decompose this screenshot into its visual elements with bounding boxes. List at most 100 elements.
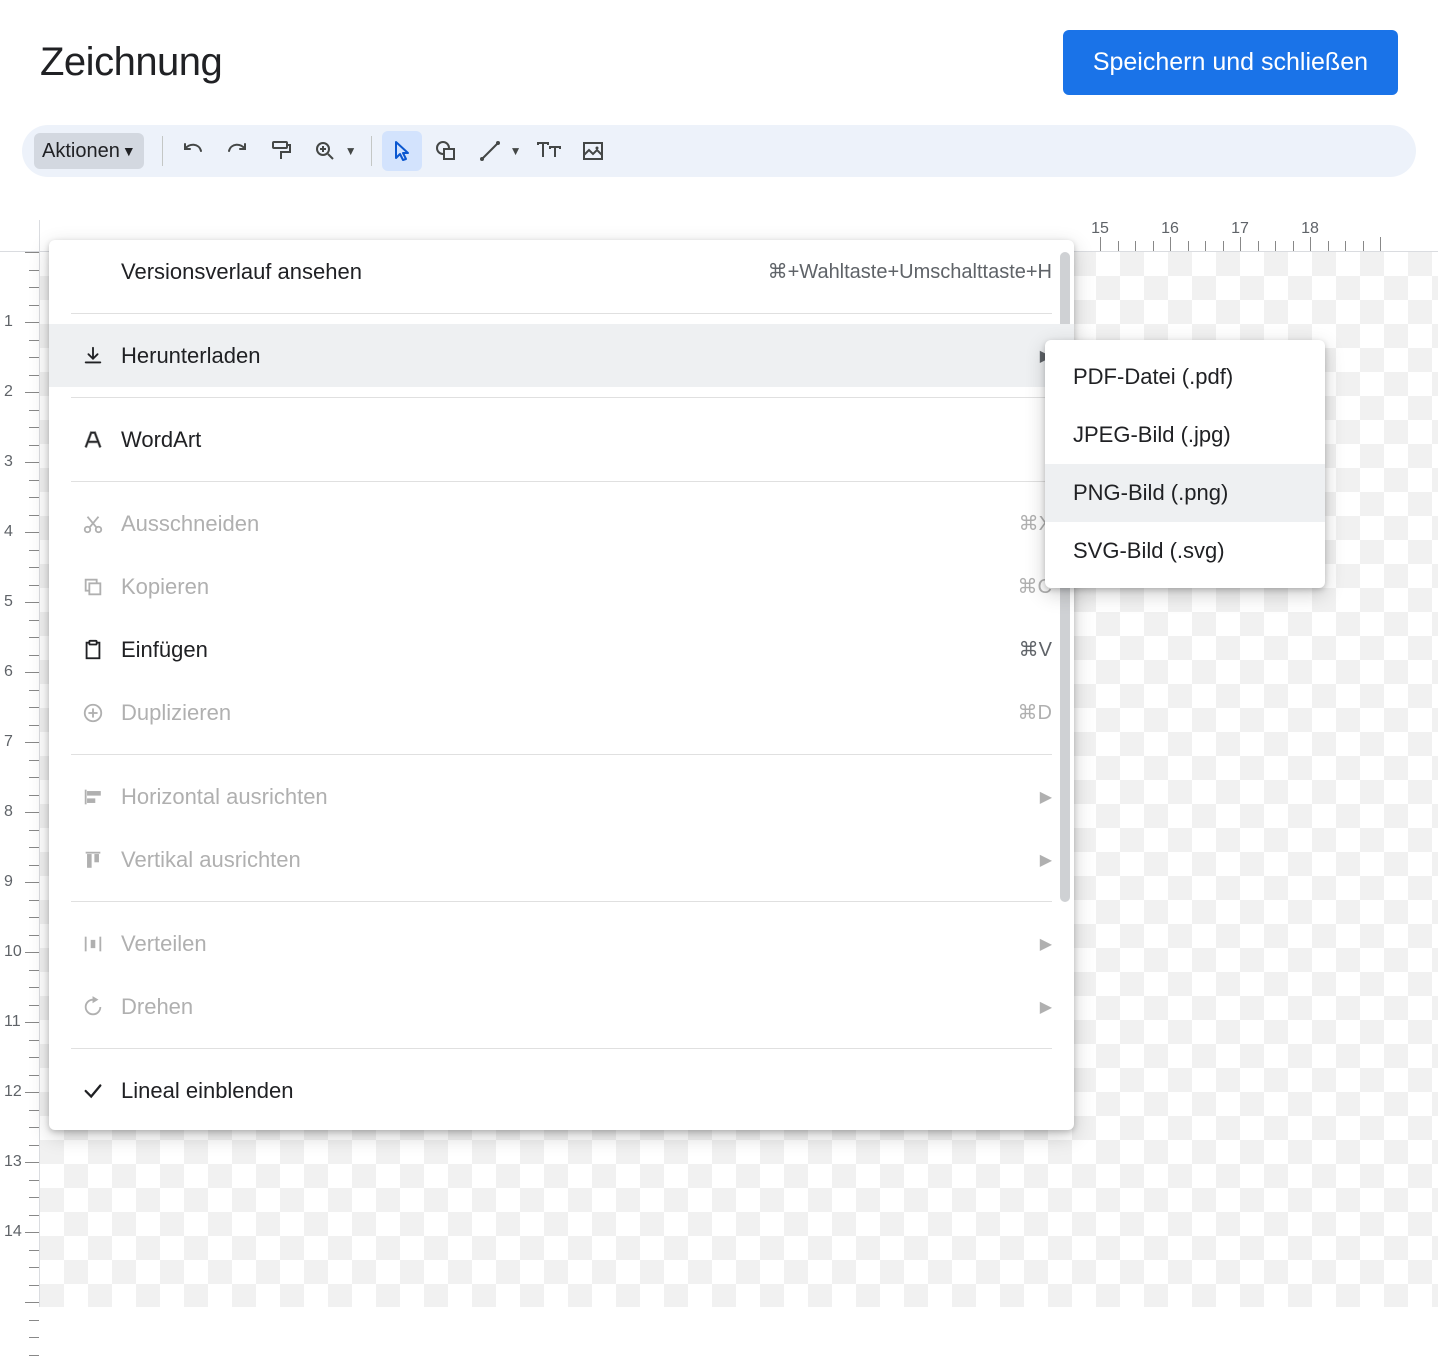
shape-tool-button[interactable] [426,131,466,171]
submenu-item-png[interactable]: PNG-Bild (.png) [1045,464,1325,522]
ruler-label: 5 [4,593,13,611]
ruler-label: 11 [4,1013,21,1031]
ruler-label: 3 [4,453,13,471]
menu-item-label: Verteilen [115,931,1040,957]
zoom-icon [313,139,337,163]
ruler-label: 15 [1091,220,1109,238]
menu-item-shortcut: ⌘D [1018,700,1052,725]
ruler-label: 6 [4,663,13,681]
menu-item-show-ruler[interactable]: Lineal einblenden [49,1059,1074,1122]
image-icon [581,139,605,163]
ruler-label: 2 [4,383,13,401]
cursor-icon [390,139,414,163]
line-tool-button[interactable] [470,131,510,171]
menu-item-paste[interactable]: Einfügen ⌘V [49,618,1074,681]
ruler-label: 12 [4,1083,22,1101]
actions-label: Aktionen [42,140,120,163]
download-submenu: PDF-Datei (.pdf) JPEG-Bild (.jpg) PNG-Bi… [1045,340,1325,588]
submenu-item-label: PDF-Datei (.pdf) [1073,364,1233,389]
distribute-icon [71,933,115,955]
menu-item-distribute: Verteilen ▶ [49,912,1074,975]
menu-item-align-horizontal: Horizontal ausrichten ▶ [49,765,1074,828]
ruler-label: 16 [1161,220,1179,238]
submenu-item-label: PNG-Bild (.png) [1073,480,1228,505]
zoom-button[interactable] [305,131,345,171]
align-horizontal-icon [71,786,115,808]
save-and-close-button[interactable]: Speichern und schließen [1063,30,1398,95]
text-tool-button[interactable] [529,131,569,171]
menu-item-download[interactable]: Herunterladen ▶ [49,324,1074,387]
copy-icon [71,576,115,598]
menu-item-label: Drehen [115,994,1040,1020]
menu-item-label: Duplizieren [115,700,1018,726]
check-icon [71,1080,115,1102]
ruler-label: 7 [4,733,13,751]
vertical-ruler: 1 2 3 4 5 6 7 8 9 10 11 12 13 14 [0,252,40,1307]
ruler-label: 9 [4,873,13,891]
menu-separator [71,1048,1052,1049]
submenu-arrow-icon: ▶ [1040,934,1052,954]
ruler-corner [0,220,40,252]
menu-item-wordart[interactable]: WordArt [49,408,1074,471]
menu-item-align-vertical: Vertikal ausrichten ▶ [49,828,1074,891]
menu-item-label: Einfügen [115,637,1019,663]
menu-item-version-history[interactable]: Versionsverlauf ansehen ⌘+Wahltaste+Umsc… [49,240,1074,303]
line-group: ▼ [470,131,526,171]
toolbar-separator [371,136,372,166]
submenu-item-svg[interactable]: SVG-Bild (.svg) [1045,522,1325,580]
line-icon [478,139,502,163]
menu-item-label: WordArt [115,427,1052,453]
ruler-label: 14 [4,1223,22,1241]
submenu-item-jpeg[interactable]: JPEG-Bild (.jpg) [1045,406,1325,464]
menu-item-duplicate: Duplizieren ⌘D [49,681,1074,744]
menu-item-label: Vertikal ausrichten [115,847,1040,873]
menu-item-shortcut: ⌘+Wahltaste+Umschalttaste+H [768,259,1052,284]
redo-icon [225,139,249,163]
toolbar: Aktionen ▼ ▼ ▼ [22,125,1416,177]
rotate-icon [71,996,115,1018]
menu-item-copy: Kopieren ⌘C [49,555,1074,618]
undo-button[interactable] [173,131,213,171]
caret-down-icon[interactable]: ▼ [345,144,357,158]
ruler-label: 10 [4,943,22,961]
menu-item-label: Horizontal ausrichten [115,784,1040,810]
download-icon [71,345,115,367]
paste-icon [71,639,115,661]
menu-separator [71,901,1052,902]
dialog-header: Zeichnung Speichern und schließen [0,0,1438,125]
menu-separator [71,481,1052,482]
ruler-label: 17 [1231,220,1249,238]
menu-separator [71,754,1052,755]
menu-separator [71,313,1052,314]
duplicate-icon [71,702,115,724]
submenu-arrow-icon: ▶ [1040,850,1052,870]
submenu-item-pdf[interactable]: PDF-Datei (.pdf) [1045,348,1325,406]
align-vertical-icon [71,849,115,871]
ruler-label: 18 [1301,220,1319,238]
ruler-label: 13 [4,1153,22,1171]
actions-menu: Versionsverlauf ansehen ⌘+Wahltaste+Umsc… [49,240,1074,1130]
paint-roller-icon [269,139,293,163]
menu-item-label: Kopieren [115,574,1018,600]
select-tool-button[interactable] [382,131,422,171]
submenu-item-label: SVG-Bild (.svg) [1073,538,1225,563]
menu-separator [71,397,1052,398]
ruler-label: 8 [4,803,13,821]
redo-button[interactable] [217,131,257,171]
menu-item-shortcut: ⌘V [1019,637,1052,662]
dialog-title: Zeichnung [40,40,222,85]
cut-icon [71,513,115,535]
menu-item-cut: Ausschneiden ⌘X [49,492,1074,555]
submenu-arrow-icon: ▶ [1040,787,1052,807]
menu-item-rotate: Drehen ▶ [49,975,1074,1038]
submenu-item-label: JPEG-Bild (.jpg) [1073,422,1231,447]
zoom-group: ▼ [305,131,361,171]
ruler-label: 1 [4,313,13,331]
menu-item-label: Lineal einblenden [115,1078,1052,1104]
paint-format-button[interactable] [261,131,301,171]
image-tool-button[interactable] [573,131,613,171]
actions-menu-button[interactable]: Aktionen ▼ [34,133,144,169]
caret-down-icon[interactable]: ▼ [510,144,522,158]
caret-down-icon: ▼ [122,143,136,159]
menu-item-label: Herunterladen [115,343,1040,369]
